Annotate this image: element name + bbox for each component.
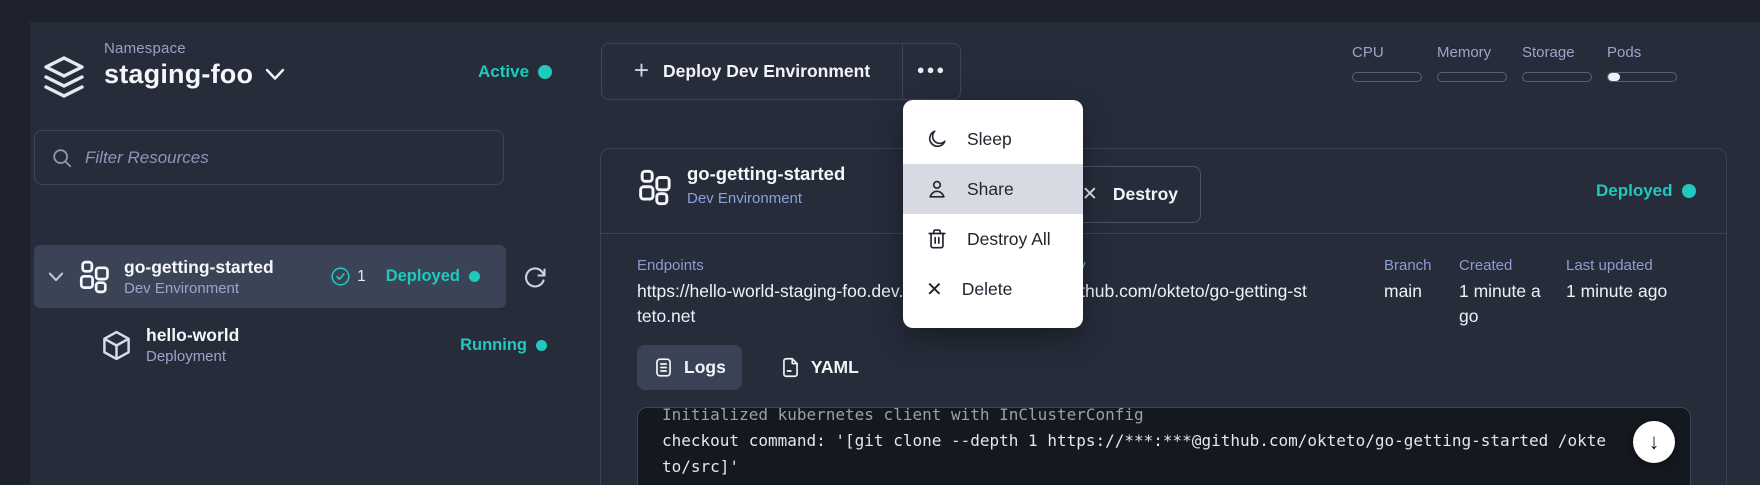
detail-last-updated: Last updated 1 minute ago — [1566, 257, 1676, 304]
namespace-status-text: Active — [478, 62, 530, 81]
status-text: Running — [460, 335, 527, 354]
metric-label: Storage — [1522, 44, 1575, 61]
moon-icon — [928, 130, 946, 148]
chevron-down-icon[interactable] — [265, 68, 285, 81]
panel-status-text: Deployed — [1596, 181, 1673, 200]
metric-cpu: CPU — [1352, 44, 1424, 82]
status-text: Deployed — [385, 267, 460, 285]
logs-icon — [656, 358, 671, 377]
detail-value: 1 minute ago — [1459, 281, 1541, 326]
x-icon: ✕ — [926, 278, 943, 301]
panel-status-badge: Deployed — [1596, 181, 1696, 201]
namespace-actions-menu: Sleep Share Destroy All ✕ Delete — [903, 100, 1083, 328]
resource-metrics: CPU Memory Storage Pods — [1352, 44, 1679, 82]
deployed-status-dot — [469, 271, 480, 282]
metric-label: Pods — [1607, 44, 1642, 61]
metric-storage: Storage — [1522, 44, 1594, 82]
sidebar-item-hello-world[interactable]: hello-world Deployment Running — [34, 316, 549, 374]
storage-progress-bar — [1522, 72, 1592, 82]
detail-label: Branch — [1384, 257, 1432, 274]
detail-label: Last updated — [1566, 257, 1653, 274]
cpu-progress-bar — [1352, 72, 1422, 82]
menu-item-label: Destroy All — [967, 228, 1051, 249]
panel-title: go-getting-started — [687, 163, 846, 184]
okteto-dashboard: Namespace staging-foo Active + Deploy De… — [0, 0, 1760, 485]
log-line: Initialized kubernetes client with InClu… — [662, 407, 1144, 424]
menu-item-label: Delete — [961, 278, 1013, 299]
deploy-dev-environment-button[interactable]: + Deploy Dev Environment — [602, 44, 902, 99]
filter-resources-box — [34, 130, 504, 185]
tab-label: YAML — [810, 357, 859, 377]
ellipsis-icon: ●●● — [916, 62, 947, 77]
arrow-down-icon: ↓ — [1648, 429, 1660, 454]
menu-item-share[interactable]: Share — [903, 164, 1083, 214]
endpoint-link[interactable]: https://hello-world-staging-foo.dev.okte… — [637, 279, 923, 329]
trash-icon — [928, 229, 946, 249]
detail-label: Created — [1459, 257, 1513, 274]
ready-count: 1 — [357, 267, 366, 285]
check-circle-icon — [331, 267, 350, 286]
namespace-label: Namespace — [104, 40, 186, 57]
metric-memory: Memory — [1437, 44, 1509, 82]
metric-label: Memory — [1437, 44, 1492, 61]
detail-endpoints: Endpoints https://hello-world-staging-fo… — [637, 257, 923, 329]
cube-icon — [103, 330, 130, 360]
deploy-button-label: Deploy Dev Environment — [663, 61, 871, 81]
tab-yaml[interactable]: YAML — [764, 345, 875, 390]
menu-item-label: Sleep — [967, 128, 1012, 149]
detail-value: main — [1384, 281, 1422, 301]
menu-item-delete[interactable]: ✕ Delete — [903, 264, 1083, 314]
namespace-header: Namespace staging-foo — [40, 40, 285, 102]
menu-item-label: Share — [967, 178, 1014, 199]
active-status-dot — [538, 65, 553, 79]
running-status-dot — [536, 339, 547, 351]
plus-icon: + — [633, 55, 650, 85]
sidebar-item-go-getting-started[interactable]: go-getting-started Dev Environment 1 Dep… — [34, 245, 506, 308]
dev-environment-panel: go-getting-started Dev Environment ✕ Des… — [600, 148, 1727, 485]
tab-label: Logs — [684, 357, 726, 377]
resource-type: Deployment — [146, 348, 227, 365]
dev-environment-icon — [79, 260, 109, 293]
pods-progress-bar — [1607, 72, 1677, 82]
panel-subtitle: Dev Environment — [687, 190, 803, 207]
memory-progress-bar — [1437, 72, 1507, 82]
panel-divider — [601, 233, 1726, 234]
chevron-down-icon[interactable] — [48, 272, 64, 282]
detail-label: Endpoints — [637, 257, 704, 274]
scroll-to-bottom-button[interactable]: ↓ — [1633, 421, 1675, 463]
panel-tabs: Logs YAML — [637, 345, 875, 390]
x-icon: ✕ — [1081, 184, 1098, 205]
person-icon — [929, 180, 945, 198]
metric-label: CPU — [1352, 44, 1384, 61]
resource-name: hello-world — [146, 325, 240, 345]
logs-console[interactable]: Initialized kubernetes client with InClu… — [637, 407, 1691, 485]
namespace-status-badge: Active — [478, 62, 553, 82]
yaml-file-icon — [782, 357, 798, 378]
metric-pods: Pods — [1607, 44, 1679, 82]
filter-resources-input[interactable] — [85, 147, 487, 168]
search-icon — [53, 148, 72, 167]
layers-icon — [44, 56, 84, 98]
namespace-name: staging-foo — [104, 59, 254, 89]
resource-name: go-getting-started — [124, 256, 274, 277]
dev-environment-icon — [639, 169, 671, 206]
deploy-split-button: + Deploy Dev Environment ●●● — [601, 43, 961, 100]
refresh-icon[interactable] — [523, 266, 547, 290]
detail-created: Created 1 minute ago — [1459, 257, 1545, 329]
menu-item-sleep[interactable]: Sleep — [903, 114, 1083, 164]
resource-type: Dev Environment — [124, 279, 240, 297]
more-actions-button[interactable]: ●●● — [902, 44, 960, 99]
tab-logs[interactable]: Logs — [637, 345, 742, 390]
ready-count-badge: 1 — [330, 266, 366, 287]
deployed-status-dot — [1681, 184, 1696, 198]
destroy-button-label: Destroy — [1112, 184, 1178, 204]
log-line: checkout command: '[git clone --depth 1 … — [662, 431, 1607, 476]
detail-branch: Branch main — [1384, 257, 1464, 304]
menu-item-destroy-all[interactable]: Destroy All — [903, 214, 1083, 264]
detail-value: 1 minute ago — [1566, 281, 1668, 301]
